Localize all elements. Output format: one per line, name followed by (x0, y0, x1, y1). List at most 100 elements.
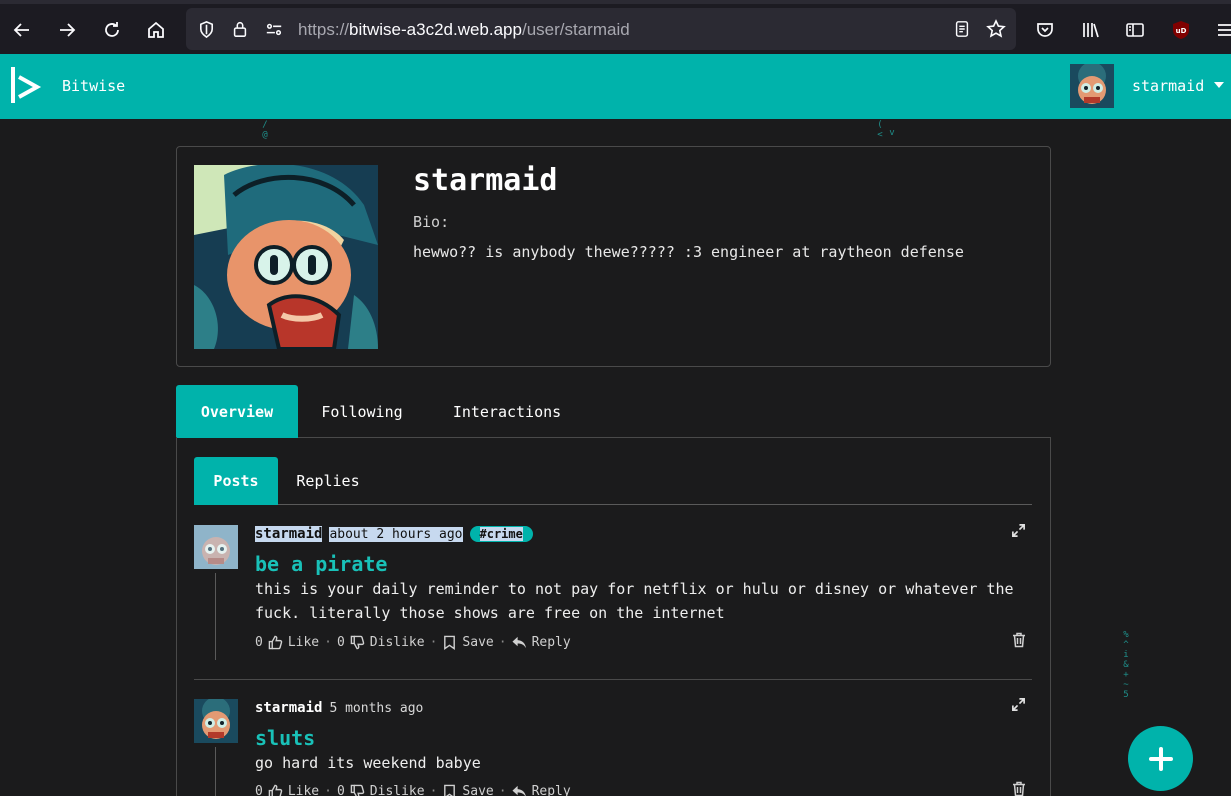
home-icon (148, 21, 164, 38)
sidebar-icon (1126, 23, 1144, 37)
bio-label: Bio: (413, 213, 450, 231)
post-tag[interactable]: #crime (469, 526, 533, 542)
save-label: Save (462, 634, 494, 650)
like-label: Like (287, 634, 320, 650)
arrow-left-icon (13, 23, 29, 37)
subtab-posts[interactable]: Posts (194, 457, 278, 505)
tab-overview[interactable]: Overview (176, 385, 298, 438)
reply-label: Reply (531, 783, 571, 796)
like-count: 0 (255, 634, 263, 650)
thumbs-up-icon (268, 635, 283, 649)
action-separator: · (429, 783, 438, 796)
dislike-label: Dislike (369, 783, 425, 796)
dislike-count: 0 (336, 634, 345, 650)
browser-toolbar: https://bitwise-a3c2d.web.app/user/starm… (0, 0, 1231, 54)
tab-interactions[interactable]: Interactions (436, 385, 578, 438)
background-glyph: % ^ i & + ~5 (1123, 630, 1129, 700)
bio-text: hewwo?? is anybody thewe????? :3 enginee… (413, 243, 964, 261)
thumbs-down-icon (350, 635, 365, 649)
pocket-icon (1037, 23, 1053, 37)
url-prefix: https:// (298, 20, 350, 39)
save-button[interactable]: Save (442, 783, 494, 796)
bitwise-logo-icon[interactable] (9, 65, 43, 105)
action-separator: · (324, 634, 332, 650)
like-button[interactable]: Like (268, 784, 319, 796)
content-subtabs: Posts Replies (194, 457, 1032, 505)
trash-icon[interactable] (1012, 781, 1026, 796)
permissions-icon[interactable] (264, 19, 284, 39)
post-meta: starmaid about 2 hours ago #crime (255, 525, 533, 543)
reload-icon (105, 22, 119, 37)
dislike-label: Dislike (369, 634, 425, 650)
save-button[interactable]: Save (442, 634, 494, 650)
post-body: go hard its weekend babye (255, 754, 481, 772)
reply-button[interactable]: Reply (512, 784, 571, 796)
trash-icon[interactable] (1012, 632, 1026, 648)
shield-icon[interactable] (196, 19, 216, 39)
bookmark-icon (444, 784, 456, 796)
background-glyph: / @ (262, 120, 268, 140)
expand-icon[interactable] (1011, 523, 1026, 538)
url-text[interactable]: https://bitwise-a3c2d.web.app/user/starm… (298, 20, 630, 40)
post-meta: starmaid 5 months ago (255, 699, 423, 717)
post-body: this is your daily reminder to not pay f… (255, 580, 1014, 622)
forward-button[interactable] (52, 15, 82, 45)
action-separator: · (429, 634, 438, 650)
post-title[interactable]: sluts (255, 726, 315, 750)
save-label: Save (462, 783, 494, 796)
post-tag-label: #crime (479, 527, 523, 541)
profile-name: starmaid (413, 163, 558, 198)
dislike-button[interactable]: Dislike (350, 635, 425, 650)
caret-down-icon[interactable] (1214, 82, 1224, 88)
url-host: bitwise-a3c2d.web.app (349, 20, 522, 39)
thumbs-down-icon (350, 784, 365, 796)
app-header: Bitwise starmaid (0, 54, 1231, 119)
post-author[interactable]: starmaid (255, 700, 322, 716)
reload-button[interactable] (97, 15, 127, 45)
post-author[interactable]: starmaid (255, 526, 323, 542)
library-button[interactable] (1076, 15, 1106, 45)
library-icon (1083, 23, 1099, 38)
post-timestamp[interactable]: 5 months ago (329, 701, 423, 716)
profile-avatar (194, 165, 378, 349)
post-actions: 0 Like · 0 Dislike · Save · Reply (255, 633, 571, 651)
post-divider (194, 679, 1032, 680)
tab-following[interactable]: Following (303, 385, 421, 438)
home-button[interactable] (141, 15, 171, 45)
brand-name[interactable]: Bitwise (62, 77, 125, 95)
back-button[interactable] (7, 15, 37, 45)
hamburger-icon (1218, 24, 1231, 36)
plus-icon (1148, 746, 1173, 771)
reader-view-icon[interactable] (952, 19, 972, 39)
post-author-avatar[interactable] (194, 699, 238, 743)
background-glyph: v (889, 128, 895, 138)
lock-icon[interactable] (230, 19, 250, 39)
post-author-avatar[interactable] (194, 525, 238, 569)
profile-card: starmaid Bio: hewwo?? is anybody thewe??… (176, 146, 1051, 367)
reply-button[interactable]: Reply (512, 635, 571, 650)
ublock-button[interactable]: uD (1166, 15, 1196, 45)
action-separator: · (324, 783, 332, 796)
like-button[interactable]: Like (268, 635, 319, 650)
menu-button[interactable] (1210, 15, 1231, 45)
like-label: Like (287, 783, 320, 796)
post-timestamp[interactable]: about 2 hours ago (329, 526, 463, 542)
dislike-button[interactable]: Dislike (350, 784, 425, 796)
post-actions: 0 Like · 0 Dislike · Save · Reply (255, 782, 571, 796)
expand-icon[interactable] (1011, 697, 1026, 712)
bookmark-icon (444, 635, 456, 650)
post-title[interactable]: be a pirate (255, 552, 387, 576)
profile-tabs: Overview Following Interactions (176, 385, 1051, 438)
arrow-right-icon (60, 23, 76, 37)
user-avatar[interactable] (1070, 64, 1114, 108)
thumbs-up-icon (268, 784, 283, 796)
new-post-button[interactable] (1128, 726, 1193, 791)
sidebar-button[interactable] (1120, 15, 1150, 45)
header-username[interactable]: starmaid (1132, 77, 1204, 95)
background-glyph: (< (877, 120, 883, 140)
address-bar[interactable]: https://bitwise-a3c2d.web.app/user/starm… (186, 8, 1016, 50)
bookmark-star-icon[interactable] (986, 19, 1006, 39)
pocket-button[interactable] (1030, 15, 1060, 45)
subtab-replies[interactable]: Replies (287, 457, 369, 505)
thread-line (215, 573, 216, 660)
